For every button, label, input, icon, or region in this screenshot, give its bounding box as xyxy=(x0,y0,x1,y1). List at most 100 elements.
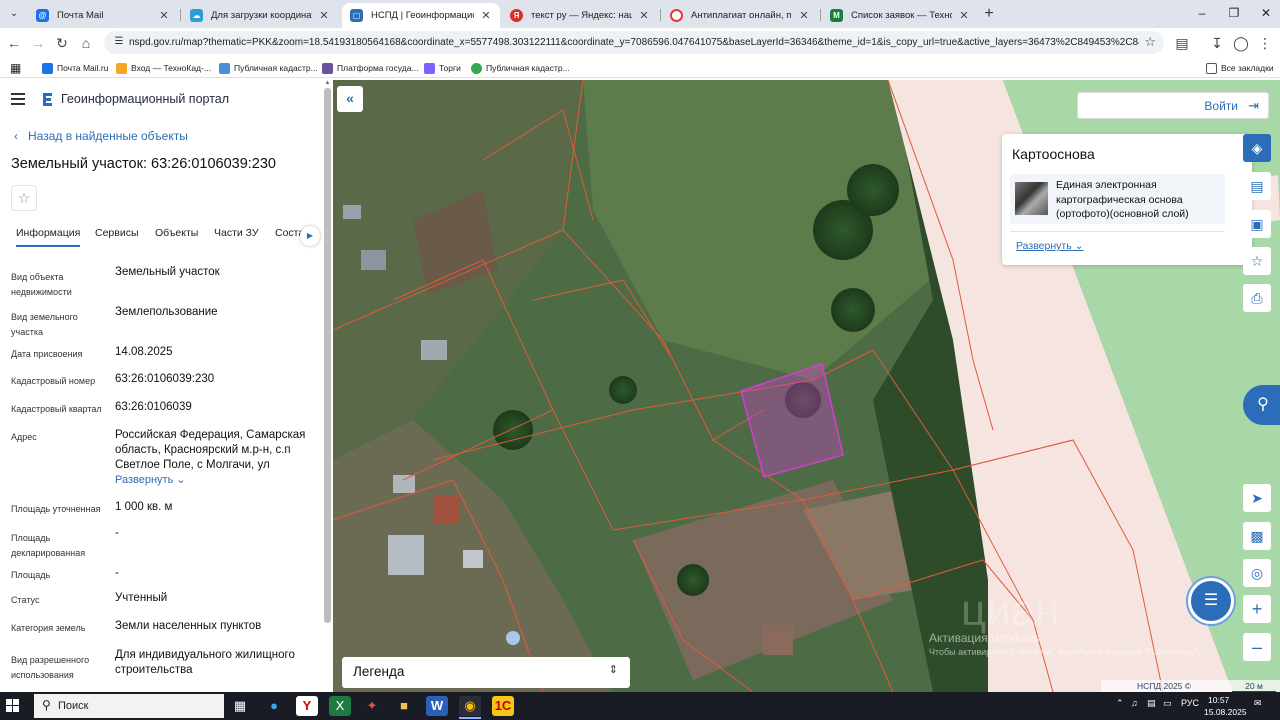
home-icon[interactable]: ⌂ xyxy=(76,33,96,53)
navigate-icon[interactable]: ➤ xyxy=(1243,484,1271,512)
close-icon[interactable]: ✕ xyxy=(480,9,492,22)
back-to-results-link[interactable]: ‹ Назад в найденные объекты xyxy=(14,129,188,143)
bookmark-item[interactable]: Публичная кадастр... xyxy=(219,60,318,76)
tab-objects[interactable]: Объекты xyxy=(155,227,198,239)
share-icon[interactable]: ☆ xyxy=(1243,247,1271,275)
layers-icon[interactable]: ◈ xyxy=(1243,134,1271,162)
taskbar-search[interactable]: ⚲ Поиск xyxy=(34,694,224,718)
minimize-button[interactable]: – xyxy=(1187,4,1217,22)
scroll-up-arrow[interactable]: ▲ xyxy=(324,80,331,86)
yandex-browser-icon[interactable]: Y xyxy=(296,696,318,716)
tab-docx[interactable]: ☁ Для загрузки координат.docx ✕ xyxy=(182,3,338,28)
reload-icon[interactable]: ↻ xyxy=(52,33,72,53)
bookmark-item[interactable]: Почта Mail.ru xyxy=(42,60,108,76)
address-bar[interactable]: ☰ nspd.gov.ru/map?thematic=PKK&zoom=18.5… xyxy=(104,31,1164,54)
menu-dots-icon[interactable]: ⋮ xyxy=(1255,33,1275,53)
network-icon[interactable]: ▤ xyxy=(1147,698,1156,709)
bookmark-item[interactable]: Публичная кадастр... xyxy=(471,60,570,76)
forward-icon[interactable]: → xyxy=(28,33,48,53)
download-icon[interactable]: ↧ xyxy=(1207,33,1227,53)
chat-icon[interactable]: ☰ xyxy=(1188,578,1234,624)
battery-icon[interactable]: ▭ xyxy=(1163,698,1172,709)
close-icon[interactable]: ✕ xyxy=(638,9,650,22)
bookmark-item[interactable]: Вход — ТехноКад-... xyxy=(116,60,211,76)
row-value: 14.08.2025 xyxy=(115,346,173,358)
close-icon[interactable]: ✕ xyxy=(318,9,330,22)
active-app-indicator xyxy=(459,717,481,719)
search-map-icon[interactable]: ⚲ xyxy=(1243,385,1280,425)
collapse-panel-button[interactable]: « xyxy=(337,86,363,112)
bookmark-label: Почта Mail.ru xyxy=(57,63,109,73)
excel-icon[interactable]: X xyxy=(329,696,351,716)
favorite-star-icon[interactable]: ☆ xyxy=(11,185,37,211)
close-icon[interactable]: ✕ xyxy=(958,9,970,22)
zoom-in-button[interactable]: + xyxy=(1243,595,1271,623)
expand-address-link[interactable]: Развернуть ⌄ xyxy=(115,474,186,486)
tab-divider xyxy=(180,9,181,21)
windows-activation-text: Чтобы активировать Windows, перейдите в … xyxy=(929,647,1201,657)
bookmark-item[interactable]: Торги xyxy=(424,60,461,76)
tab-tehnokad[interactable]: M Список заявок — ТехноКад-М ✕ xyxy=(822,3,978,28)
row-value: 63:26:0106039 xyxy=(115,401,192,413)
restore-button[interactable]: ❐ xyxy=(1219,4,1249,22)
bookmark-star-icon[interactable]: ☆ xyxy=(1144,34,1156,50)
legend-toggle[interactable]: Легенда ⇕ xyxy=(342,657,630,688)
close-window-button[interactable]: ✕ xyxy=(1251,4,1280,22)
tray-chevron-icon[interactable]: ⌃ xyxy=(1116,698,1124,709)
app-icon[interactable]: ✦ xyxy=(361,696,383,716)
panel-scrollbar[interactable] xyxy=(324,88,331,623)
tab-title: Список заявок — ТехноКад-М xyxy=(851,10,952,21)
all-bookmarks[interactable]: Все закладки xyxy=(1206,60,1274,76)
file-explorer-icon[interactable]: ■ xyxy=(393,696,415,716)
tab-info[interactable]: Информация xyxy=(16,227,81,247)
house xyxy=(463,550,483,568)
close-icon[interactable]: ✕ xyxy=(158,9,170,22)
print-icon[interactable]: ⎙ xyxy=(1243,284,1271,312)
edge-icon[interactable]: ● xyxy=(263,696,285,716)
hamburger-menu-icon[interactable] xyxy=(11,93,25,105)
login-button[interactable]: Войти ⇥ xyxy=(1077,92,1269,119)
basemap-layer-item[interactable]: Единая электронная картографическая осно… xyxy=(1010,174,1225,224)
notifications-icon[interactable]: ✉ xyxy=(1254,698,1262,709)
row-label: Категория земель xyxy=(11,623,86,633)
bookmark-item[interactable]: Платформа госуда... xyxy=(322,60,419,76)
tab-parts[interactable]: Части ЗУ xyxy=(214,227,259,239)
tab-services[interactable]: Сервисы xyxy=(95,227,139,239)
browser-tab-strip: ⌄ @ Почта Mail ✕ ☁ Для загрузки координа… xyxy=(0,0,1280,28)
profile-icon[interactable]: ◯ xyxy=(1231,33,1251,53)
extensions-icon[interactable]: ▤ xyxy=(1172,33,1192,53)
tab-nspd[interactable]: ▢ НСПД | Геоинформационный ✕ xyxy=(342,3,500,28)
attribution-text: НСПД 2025 © xyxy=(1137,681,1192,691)
locate-icon[interactable]: ◎ xyxy=(1243,559,1271,587)
select-area-icon[interactable]: ▣ xyxy=(1243,210,1271,238)
tab-yandex[interactable]: Я текст ру — Яндекс: нашлось 2 ✕ xyxy=(502,3,658,28)
portal-logo-icon xyxy=(43,93,52,106)
map-view[interactable]: циан « Войти ⇥ Картооснова Единая электр… xyxy=(333,80,1280,692)
basemap-card: Картооснова Единая электронная картограф… xyxy=(1002,134,1252,265)
tabs-next-icon[interactable]: ▶ xyxy=(300,226,320,246)
apps-icon[interactable]: ▦ xyxy=(10,60,21,76)
basemap-expand-link[interactable]: Развернуть ⌄ xyxy=(1016,240,1083,252)
back-icon[interactable]: ← xyxy=(4,33,24,53)
word-icon[interactable]: W xyxy=(426,696,448,716)
new-tab-button[interactable]: + xyxy=(980,5,998,23)
language-indicator[interactable]: РУС xyxy=(1181,698,1199,708)
windows-start-icon[interactable] xyxy=(6,699,20,713)
volume-icon[interactable]: ♫ xyxy=(1131,698,1138,708)
url-text: nspd.gov.ru/map?thematic=PKK&zoom=18.541… xyxy=(129,37,1139,48)
row-value: 1 000 кв. м xyxy=(115,501,173,513)
chrome-icon[interactable]: ◉ xyxy=(459,696,481,716)
tab-title: Почта Mail xyxy=(57,10,104,21)
ruler-icon[interactable]: ▤ xyxy=(1243,172,1271,200)
1c-icon[interactable]: 1C xyxy=(492,696,514,716)
close-icon[interactable]: ✕ xyxy=(798,9,810,22)
browser-toolbar: ← → ↻ ⌂ ☰ nspd.gov.ru/map?thematic=PKK&z… xyxy=(0,28,1280,57)
site-settings-icon[interactable]: ☰ xyxy=(112,35,126,49)
tab-mail[interactable]: @ Почта Mail ✕ xyxy=(28,3,178,28)
row-label: Кадастровый номер xyxy=(11,376,96,386)
task-view-icon[interactable]: ▦ xyxy=(229,696,251,716)
zoom-out-button[interactable]: – xyxy=(1243,633,1271,661)
minimap-icon[interactable]: ▩ xyxy=(1243,522,1271,550)
tab-search-button[interactable]: ⌄ xyxy=(4,5,24,23)
tab-antiplagiat[interactable]: Антиплагиат онлайн, провери ✕ xyxy=(662,3,818,28)
